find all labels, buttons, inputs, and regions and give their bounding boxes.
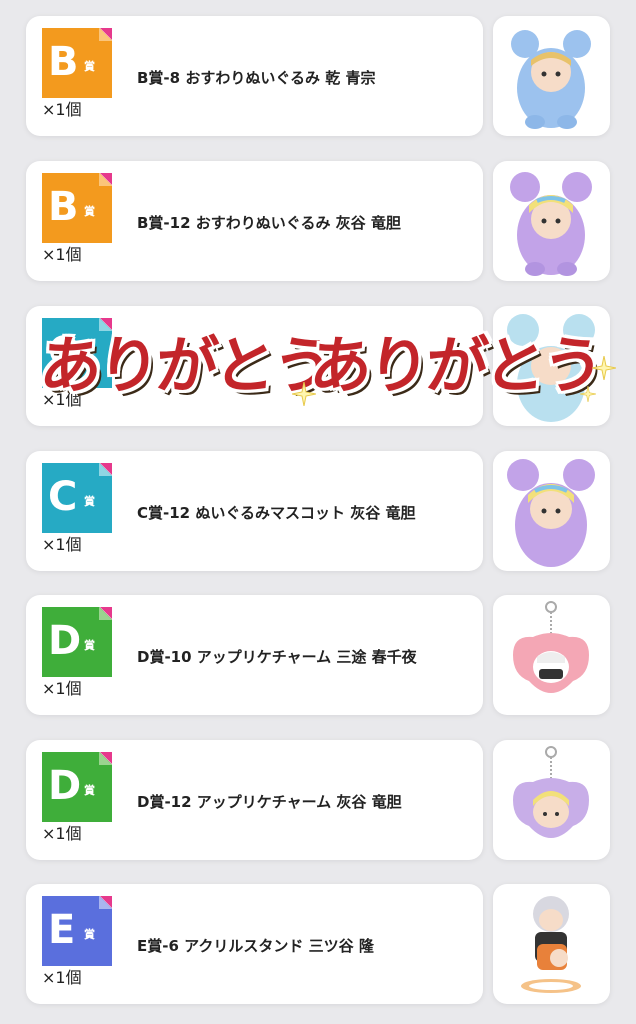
badge-letter: D <box>48 763 82 809</box>
prize-rank-badge: B 賞 <box>42 173 112 243</box>
prize-thumbnail[interactable] <box>493 451 610 571</box>
plush-image-icon <box>511 30 591 129</box>
list-item[interactable]: C 賞 ×1個 C賞-12 ぬいぐるみマスコット 灰谷 竜胆 <box>0 451 636 571</box>
badge-letter: B <box>48 39 79 85</box>
prize-thumbnail[interactable] <box>493 884 610 1004</box>
quantity-label: ×1個 <box>42 679 82 698</box>
prize-rank-badge: E 賞 <box>42 896 112 966</box>
prize-rank-badge: B 賞 <box>42 28 112 98</box>
list-item[interactable]: B 賞 ×1個 B賞-8 おすわりぬいぐるみ 乾 青宗 <box>0 16 636 136</box>
charm-image-icon <box>513 746 589 838</box>
plush-image-icon <box>510 172 592 276</box>
sparkle-icon <box>592 356 616 380</box>
prize-thumbnail[interactable] <box>493 595 610 715</box>
prize-name: B賞-8 おすわりぬいぐるみ 乾 青宗 <box>137 69 376 87</box>
thank-you-overlay: ありがとう ありがとう <box>37 318 630 418</box>
prize-rank-badge: C 賞 <box>42 463 112 533</box>
overlay-text-left: ありがとう <box>37 329 333 402</box>
badge-suffix: 賞 <box>84 639 95 652</box>
prize-name: C賞-12 ぬいぐるみマスコット 灰谷 竜胆 <box>137 504 416 522</box>
quantity-label: ×1個 <box>42 535 82 554</box>
sparkle-icon <box>580 386 596 402</box>
list-item[interactable]: E 賞 ×1個 E賞-6 アクリルスタンド 三ツ谷 隆 <box>0 884 636 1004</box>
prize-name: E賞-6 アクリルスタンド 三ツ谷 隆 <box>137 937 374 955</box>
list-item[interactable]: B 賞 ×1個 B賞-12 おすわりぬいぐるみ 灰谷 竜胆 <box>0 161 636 281</box>
quantity-label: ×1個 <box>42 824 82 843</box>
badge-suffix: 賞 <box>84 60 95 73</box>
badge-letter: B <box>48 184 79 230</box>
quantity-label: ×1個 <box>42 245 82 264</box>
badge-suffix: 賞 <box>84 784 95 797</box>
list-item[interactable]: D 賞 ×1個 D賞-10 アップリケチャーム 三途 春千夜 <box>0 595 636 715</box>
list-item[interactable]: D 賞 ×1個 D賞-12 アップリケチャーム 灰谷 竜胆 <box>0 740 636 860</box>
quantity-label: ×1個 <box>42 968 82 987</box>
prize-rank-badge: D 賞 <box>42 752 112 822</box>
prize-thumbnail[interactable] <box>493 161 610 281</box>
prize-name: D賞-10 アップリケチャーム 三途 春千夜 <box>137 648 417 666</box>
badge-suffix: 賞 <box>84 928 95 941</box>
sparkle-icon <box>292 382 316 406</box>
plush-image-icon <box>507 459 595 567</box>
badge-letter: E <box>48 907 76 953</box>
acrylic-stand-image-icon <box>521 896 581 993</box>
overlay-text-right: ありがとう <box>307 329 603 402</box>
badge-letter: C <box>48 474 78 520</box>
prize-rank-badge: D 賞 <box>42 607 112 677</box>
prize-name: D賞-12 アップリケチャーム 灰谷 竜胆 <box>137 793 402 811</box>
badge-letter: D <box>48 618 82 664</box>
badge-suffix: 賞 <box>84 205 95 218</box>
prize-thumbnail[interactable] <box>493 740 610 860</box>
charm-image-icon <box>513 601 589 693</box>
quantity-label: ×1個 <box>42 100 82 119</box>
badge-suffix: 賞 <box>84 495 95 508</box>
prize-name: B賞-12 おすわりぬいぐるみ 灰谷 竜胆 <box>137 214 401 232</box>
prize-thumbnail[interactable] <box>493 16 610 136</box>
